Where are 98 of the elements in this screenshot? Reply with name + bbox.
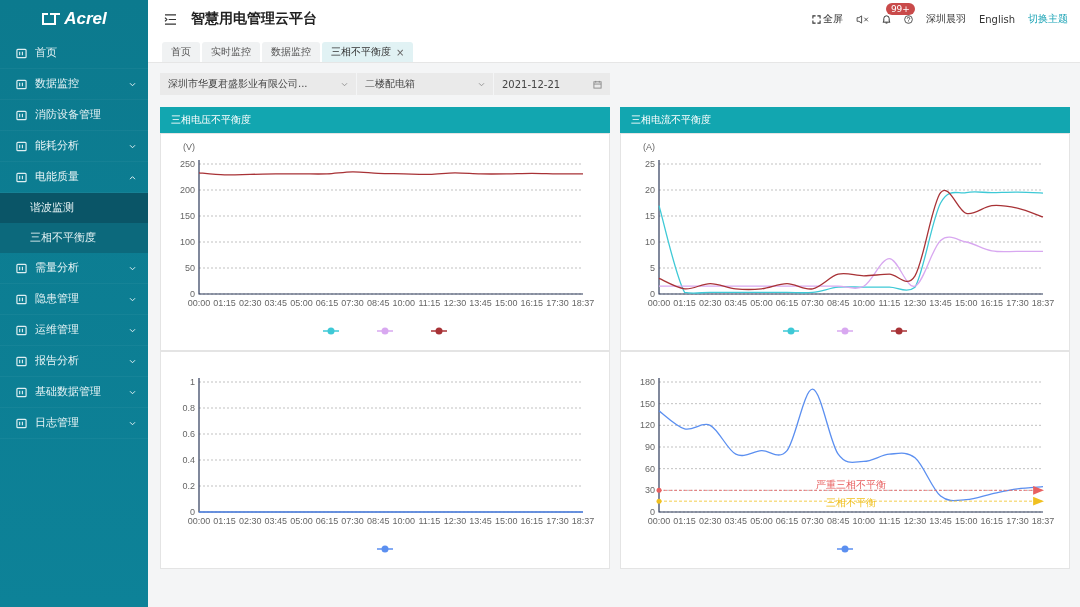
axis-tick-label: 15 bbox=[645, 211, 655, 221]
axis-tick-label: 60 bbox=[645, 463, 655, 474]
axis-tick-label: 12:30 bbox=[443, 516, 467, 526]
axis-tick-label: 16:15 bbox=[980, 298, 1004, 308]
axis-tick-label: 03:45 bbox=[264, 516, 288, 526]
axis-tick-label: 13:45 bbox=[469, 516, 492, 526]
axis-tick-label: 10 bbox=[645, 237, 655, 247]
axis-tick-label: 12:30 bbox=[903, 298, 927, 308]
threshold-label: 严重三相不平衡 bbox=[816, 478, 886, 490]
axis-tick-label: 17:30 bbox=[1006, 298, 1029, 308]
axis-tick-label: 13:45 bbox=[929, 516, 952, 526]
axis-unit-label: (V) bbox=[183, 142, 195, 152]
axis-tick-label: 07:30 bbox=[801, 298, 824, 308]
threshold-label: 三相不平衡 bbox=[826, 496, 876, 508]
axis-unit-label: (A) bbox=[643, 142, 655, 152]
axis-tick-label: 1 bbox=[190, 377, 195, 387]
axis-tick-label: 08:45 bbox=[826, 298, 850, 308]
axis-tick-label: 5 bbox=[650, 263, 655, 273]
axis-tick-label: 18:37 bbox=[571, 298, 595, 308]
axis-tick-label: 02:30 bbox=[698, 516, 722, 526]
axis-tick-label: 06:15 bbox=[775, 298, 799, 308]
axis-tick-label: 12:30 bbox=[443, 298, 467, 308]
axis-tick-label: 100 bbox=[179, 237, 195, 247]
axis-tick-label: 05:00 bbox=[750, 298, 773, 308]
axis-tick-label: 15:00 bbox=[954, 298, 978, 308]
axis-tick-label: 11:15 bbox=[418, 516, 441, 526]
axis-tick-label: 03:45 bbox=[264, 298, 288, 308]
axis-tick-label: 02:30 bbox=[698, 298, 722, 308]
axis-tick-label: 120 bbox=[639, 420, 655, 431]
axis-tick-label: 0 bbox=[190, 289, 195, 299]
axis-tick-label: 05:00 bbox=[290, 516, 313, 526]
axis-tick-label: 10:00 bbox=[392, 516, 416, 526]
axis-tick-label: 17:30 bbox=[1006, 516, 1029, 526]
axis-tick-label: 18:37 bbox=[571, 516, 595, 526]
notification-badge: 99+ bbox=[885, 3, 915, 15]
axis-tick-label: 00:00 bbox=[187, 298, 211, 308]
axis-tick-label: 07:30 bbox=[341, 298, 364, 308]
axis-tick-label: 05:00 bbox=[290, 298, 313, 308]
axis-tick-label: 08:45 bbox=[826, 516, 850, 526]
axis-tick-label: 16:15 bbox=[520, 298, 544, 308]
axis-tick-label: 17:30 bbox=[546, 516, 569, 526]
axis-tick-label: 25 bbox=[645, 159, 655, 169]
axis-tick-label: 01:15 bbox=[673, 298, 696, 308]
axis-tick-label: 30 bbox=[645, 485, 655, 496]
axis-tick-label: 11:15 bbox=[878, 298, 901, 308]
axis-tick-label: 00:00 bbox=[187, 516, 211, 526]
axis-tick-label: 01:15 bbox=[673, 516, 696, 526]
axis-tick-label: 16:15 bbox=[520, 516, 544, 526]
axis-tick-label: 08:45 bbox=[366, 298, 390, 308]
axis-tick-label: 15:00 bbox=[494, 298, 518, 308]
axis-tick-label: 150 bbox=[639, 398, 655, 409]
axis-tick-label: 150 bbox=[179, 211, 195, 221]
axis-tick-label: 02:30 bbox=[238, 516, 262, 526]
axis-tick-label: 250 bbox=[179, 159, 195, 169]
axis-tick-label: 50 bbox=[185, 263, 195, 273]
axis-tick-label: 200 bbox=[179, 185, 195, 195]
axis-tick-label: 180 bbox=[639, 377, 655, 387]
axis-tick-label: 20 bbox=[645, 185, 655, 195]
axis-tick-label: 06:15 bbox=[315, 298, 339, 308]
axis-tick-label: 17:30 bbox=[546, 298, 569, 308]
axis-tick-label: 11:15 bbox=[418, 298, 441, 308]
axis-tick-label: 03:45 bbox=[724, 298, 748, 308]
axis-tick-label: 00:00 bbox=[647, 516, 671, 526]
axis-tick-label: 0.8 bbox=[182, 403, 195, 413]
panel-header: 三相电流不平衡度 bbox=[620, 107, 1070, 133]
axis-tick-label: 0 bbox=[650, 289, 655, 299]
axis-tick-label: 18:37 bbox=[1031, 298, 1055, 308]
axis-tick-label: 90 bbox=[645, 442, 655, 452]
axis-tick-label: 0.4 bbox=[182, 455, 195, 465]
axis-tick-label: 08:45 bbox=[366, 516, 390, 526]
axis-tick-label: 06:15 bbox=[775, 516, 799, 526]
axis-tick-label: 07:30 bbox=[801, 516, 824, 526]
axis-tick-label: 15:00 bbox=[494, 516, 518, 526]
axis-tick-label: 12:30 bbox=[903, 516, 927, 526]
axis-tick-label: 13:45 bbox=[929, 298, 952, 308]
axis-tick-label: 0.2 bbox=[182, 481, 195, 491]
axis-tick-label: 05:00 bbox=[750, 516, 773, 526]
axis-tick-label: 01:15 bbox=[213, 298, 236, 308]
axis-tick-label: 0 bbox=[650, 507, 655, 517]
axis-tick-label: 13:45 bbox=[469, 298, 492, 308]
axis-tick-label: 15:00 bbox=[954, 516, 978, 526]
axis-tick-label: 03:45 bbox=[724, 516, 748, 526]
axis-tick-label: 07:30 bbox=[341, 516, 364, 526]
axis-tick-label: 11:15 bbox=[878, 516, 901, 526]
axis-tick-label: 00:00 bbox=[647, 298, 671, 308]
axis-tick-label: 10:00 bbox=[852, 516, 876, 526]
axis-tick-label: 18:37 bbox=[1031, 516, 1055, 526]
app-title: 智慧用电管理云平台 bbox=[191, 10, 317, 28]
axis-tick-label: 10:00 bbox=[852, 298, 876, 308]
axis-tick-label: 0 bbox=[190, 507, 195, 517]
logo-text: Acrel bbox=[64, 9, 107, 29]
panel-header: 三相电压不平衡度 bbox=[160, 107, 610, 133]
axis-tick-label: 06:15 bbox=[315, 516, 339, 526]
axis-tick-label: 10:00 bbox=[392, 298, 416, 308]
axis-tick-label: 0.6 bbox=[182, 429, 195, 439]
axis-tick-label: 16:15 bbox=[980, 516, 1004, 526]
axis-tick-label: 01:15 bbox=[213, 516, 236, 526]
axis-tick-label: 02:30 bbox=[238, 298, 262, 308]
